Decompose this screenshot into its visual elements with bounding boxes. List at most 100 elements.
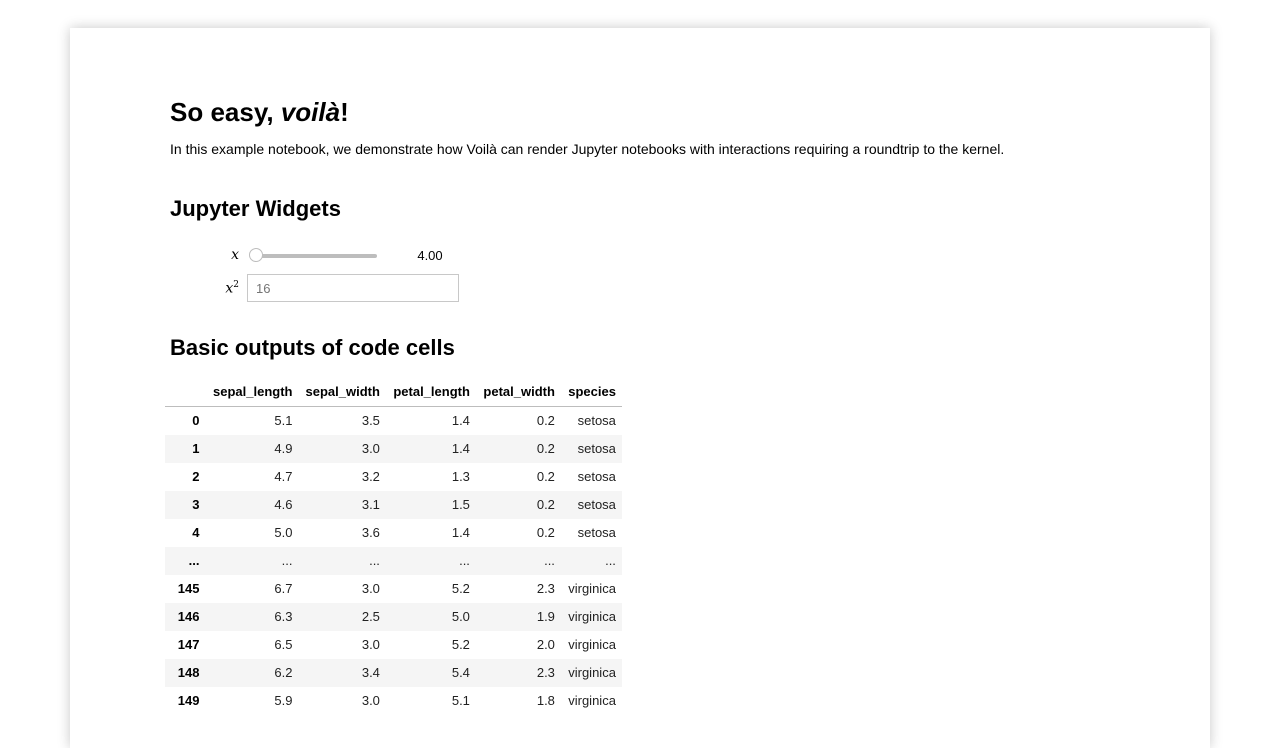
text-widget: x2 — [170, 274, 459, 302]
table-row: .................. — [165, 547, 623, 575]
table-cell: 5.2 — [451, 637, 470, 652]
table-cell: 2.3 — [536, 581, 555, 596]
table-cell: 3.1 — [361, 497, 380, 512]
slider-readout: 4.00 — [417, 247, 443, 263]
column-header: petal_length — [386, 378, 477, 407]
row-index: 149 — [177, 693, 200, 708]
column-header: sepal_width — [299, 378, 387, 407]
table-cell: 3.4 — [361, 665, 380, 680]
table-cell: 1.5 — [451, 497, 470, 512]
x-slider[interactable] — [247, 241, 377, 269]
table-cell: 3.6 — [361, 525, 380, 540]
table-cell: virginica — [568, 581, 616, 596]
table-row: 149 5.9 3.0 5.1 1.8 virginica — [165, 687, 622, 715]
table-cell: 5.0 — [274, 525, 293, 540]
table-cell: 1.3 — [451, 469, 470, 484]
slider-handle[interactable] — [249, 248, 263, 262]
table-cell: 5.4 — [451, 665, 470, 680]
table-cell: setosa — [577, 441, 616, 456]
table-cell: virginica — [568, 637, 616, 652]
table-cell: 5.1 — [451, 693, 470, 708]
table-cell: 5.1 — [274, 413, 293, 428]
table-cell: 5.9 — [274, 693, 293, 708]
table-cell: 1.4 — [451, 441, 470, 456]
table-cell: ... — [459, 553, 470, 568]
slider-label: x — [231, 247, 239, 263]
table-cell: 3.0 — [361, 581, 380, 596]
column-header: petal_width — [476, 378, 562, 407]
table-cell: 1.9 — [536, 609, 555, 624]
table-row: 2 4.7 3.2 1.3 0.2 setosa — [165, 463, 622, 491]
table-cell: ... — [369, 553, 380, 568]
table-cell: virginica — [568, 609, 616, 624]
title-emphasis: voilà — [280, 97, 341, 127]
index-header — [165, 378, 206, 407]
table-cell: setosa — [577, 469, 616, 484]
table-cell: virginica — [568, 693, 616, 708]
table-cell: 4.9 — [274, 441, 293, 456]
table-row: 146 6.3 2.5 5.0 1.9 virginica — [165, 603, 623, 631]
table-cell: 0.2 — [536, 413, 555, 428]
table-row: 148 6.2 3.4 5.4 2.3 virginica — [165, 659, 623, 687]
table-cell: 3.0 — [361, 637, 380, 652]
row-index: 2 — [192, 469, 200, 484]
table-cell: ... — [605, 553, 616, 568]
table-cell: 4.7 — [274, 469, 293, 484]
table-cell: 4.6 — [274, 497, 293, 512]
table-cell: 0.2 — [536, 497, 555, 512]
table-cell: 5.0 — [451, 609, 470, 624]
table-row: 147 6.5 3.0 5.2 2.0 virginica — [165, 631, 622, 659]
table-cell: 3.2 — [361, 469, 380, 484]
table-row: 0 5.1 3.5 1.4 0.2 setosa — [165, 407, 622, 436]
table-cell: 0.2 — [536, 525, 555, 540]
table-cell: 3.5 — [361, 413, 380, 428]
table-cell: setosa — [577, 497, 616, 512]
table-cell: 1.8 — [536, 693, 555, 708]
title-prefix: So easy, — [170, 97, 281, 127]
table-cell: 2.0 — [536, 637, 555, 652]
row-index: 4 — [192, 525, 200, 540]
table-row: 145 6.7 3.0 5.2 2.3 virginica — [165, 575, 622, 603]
row-index: 0 — [192, 413, 200, 428]
row-index: 147 — [177, 637, 200, 652]
row-index: ... — [188, 553, 200, 568]
row-index: 146 — [177, 609, 200, 624]
page-title: So easy, voilà! — [170, 96, 349, 128]
table-cell: ... — [544, 553, 555, 568]
table-row: 3 4.6 3.1 1.5 0.2 setosa — [165, 491, 623, 519]
table-cell: 2.3 — [536, 665, 555, 680]
table-cell: 6.2 — [274, 665, 293, 680]
table-cell: 6.5 — [274, 637, 293, 652]
table-cell: 3.0 — [361, 441, 380, 456]
iris-dataframe: sepal_length sepal_width petal_length pe… — [165, 378, 623, 716]
slider-track[interactable] — [257, 254, 377, 258]
x-squared-input[interactable] — [247, 274, 459, 302]
table-cell: setosa — [577, 413, 616, 428]
row-index: 3 — [192, 497, 200, 512]
table-cell: 5.2 — [451, 581, 470, 596]
table-cell: 0.2 — [536, 441, 555, 456]
table-header-row: sepal_length sepal_width petal_length pe… — [165, 378, 623, 407]
column-header: sepal_length — [206, 378, 299, 407]
text-label: x2 — [170, 280, 247, 297]
row-index: 145 — [177, 581, 200, 596]
table-cell: 3.0 — [361, 693, 380, 708]
row-index: 148 — [177, 665, 200, 680]
text-label-sup: 2 — [233, 279, 239, 290]
table-cell: ... — [281, 553, 293, 568]
table-row: 4 5.0 3.6 1.4 0.2 setosa — [165, 519, 622, 547]
table-cell: 1.4 — [451, 525, 470, 540]
table-cell: 1.4 — [451, 413, 470, 428]
table-body: 0 5.1 3.5 1.4 0.2 setosa 1 4.9 3.0 1.4 0.2 setosa 2 4… — [165, 407, 623, 716]
column-header: species — [561, 378, 623, 407]
table-row: 1 4.9 3.0 1.4 0.2 setosa — [165, 435, 623, 463]
title-suffix: ! — [340, 97, 349, 127]
table-cell: 2.5 — [361, 609, 380, 624]
notebook-page: So easy, voilà! In this example notebook… — [70, 28, 1210, 748]
outputs-heading: Basic outputs of code cells — [170, 335, 455, 360]
row-index: 1 — [192, 441, 200, 456]
table-cell: 0.2 — [536, 469, 555, 484]
table-cell: setosa — [577, 525, 616, 540]
table-cell: virginica — [568, 665, 616, 680]
widgets-heading: Jupyter Widgets — [170, 196, 341, 221]
